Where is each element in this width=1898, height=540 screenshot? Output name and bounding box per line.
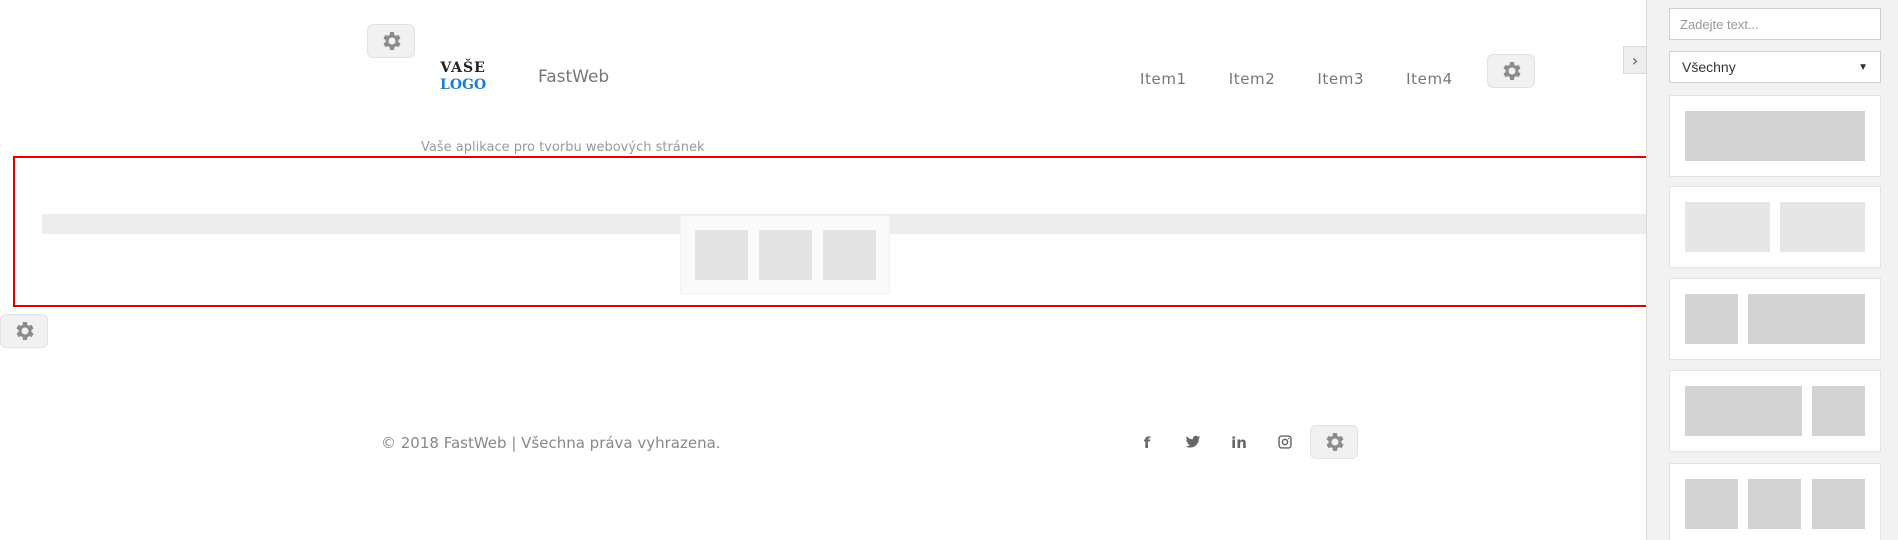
- nav-item-1[interactable]: Item1: [1140, 70, 1187, 88]
- layout-block: [1685, 479, 1738, 529]
- nav-item-3[interactable]: Item3: [1317, 70, 1364, 88]
- instagram-icon[interactable]: [1262, 434, 1308, 452]
- nav-item-4[interactable]: Item4: [1406, 70, 1453, 88]
- linkedin-icon[interactable]: in: [1216, 434, 1262, 452]
- twitter-icon[interactable]: [1170, 434, 1216, 452]
- social-links: f in: [1124, 434, 1308, 452]
- brand-name: FastWeb: [538, 67, 610, 87]
- layout-block: [1685, 111, 1865, 161]
- logo-line2: LOGO: [440, 77, 487, 93]
- header-settings-gear-button[interactable]: [367, 24, 415, 58]
- layout-block: [1685, 202, 1770, 252]
- layout-block: [1812, 479, 1865, 529]
- layout-card-wide-narrow[interactable]: [1669, 370, 1881, 452]
- gear-icon: [383, 32, 401, 50]
- block-category-select[interactable]: Všechny ▼: [1669, 51, 1881, 83]
- site-logo[interactable]: VAŠE LOGO: [440, 60, 486, 94]
- layout-block: [1685, 294, 1738, 344]
- layout-block: [1685, 386, 1802, 436]
- layout-card-two-equal-columns[interactable]: [1669, 186, 1881, 268]
- layout-card-narrow-wide[interactable]: [1669, 278, 1881, 360]
- layout-block: [1780, 202, 1865, 252]
- layout-block: [1748, 294, 1865, 344]
- layout-card-one-column[interactable]: [1669, 95, 1881, 177]
- selected-section-outline[interactable]: [13, 156, 1649, 307]
- tagline: Vaše aplikace pro tvorbu webových stráne…: [421, 140, 705, 155]
- logo-line1: VAŠE: [440, 60, 486, 76]
- facebook-icon[interactable]: f: [1124, 434, 1170, 452]
- gear-icon: [1503, 62, 1521, 80]
- dropdown-caret-icon: ▼: [1858, 61, 1868, 73]
- layout-block: [1748, 479, 1801, 529]
- layout-block: [1812, 386, 1865, 436]
- gear-icon: [1326, 433, 1344, 451]
- main-nav: Item1 Item2 Item3 Item4: [1140, 70, 1495, 88]
- section-settings-gear-button[interactable]: [0, 314, 48, 348]
- select-value: Všechny: [1682, 59, 1736, 75]
- gear-icon: [16, 322, 34, 340]
- block-search-input[interactable]: [1669, 8, 1881, 40]
- sidebar-toggle-button[interactable]: ›: [1623, 46, 1647, 74]
- nav-item-2[interactable]: Item2: [1229, 70, 1276, 88]
- footer-settings-gear-button[interactable]: [1310, 425, 1358, 459]
- layout-card-three-columns[interactable]: [1669, 463, 1881, 540]
- footer-copyright: © 2018 FastWeb | Všechna práva vyhrazena…: [381, 434, 721, 452]
- chevron-right-icon: ›: [1631, 50, 1639, 70]
